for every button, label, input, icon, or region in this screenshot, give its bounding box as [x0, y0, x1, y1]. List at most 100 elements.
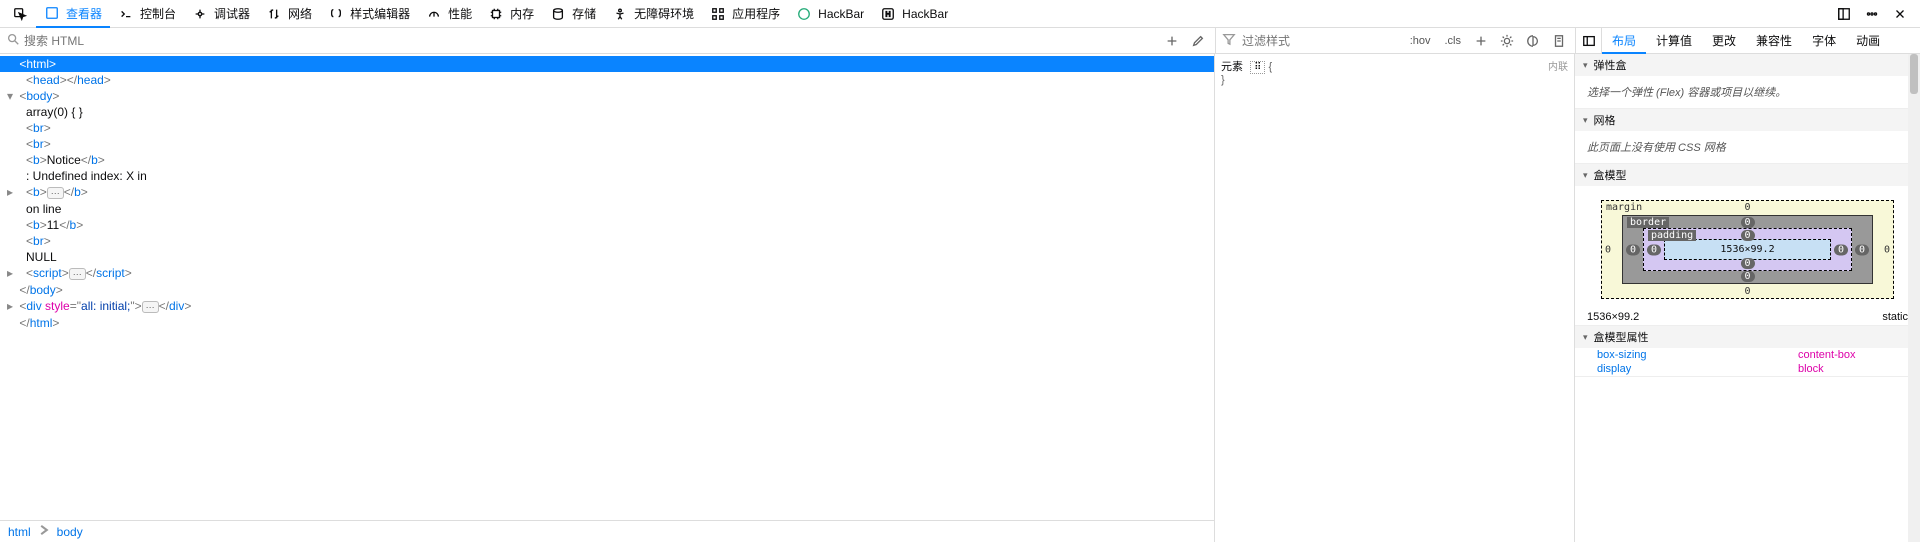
tab-application[interactable]: 应用程序: [702, 1, 788, 26]
tab-layout[interactable]: 布局: [1602, 29, 1646, 54]
dom-line[interactable]: : Undefined index: X in: [0, 168, 1214, 184]
dom-tree[interactable]: <html> <head></head>▾ <body> array(0) { …: [0, 54, 1214, 520]
tab-debugger[interactable]: 调试器: [184, 1, 258, 26]
print-mode-button[interactable]: [1549, 31, 1569, 51]
padding-left[interactable]: 0: [1647, 244, 1661, 255]
dom-line[interactable]: <b>11</b>: [0, 217, 1214, 233]
padding-right[interactable]: 0: [1834, 244, 1848, 255]
scrollbar[interactable]: [1908, 54, 1920, 542]
hov-button[interactable]: :hov: [1406, 33, 1435, 49]
content-size[interactable]: 1536×99.2: [1664, 239, 1831, 260]
border-left[interactable]: 0: [1626, 244, 1640, 255]
tab-memory[interactable]: 内存: [480, 1, 542, 26]
eyedropper-button[interactable]: [1187, 30, 1209, 52]
border-right[interactable]: 0: [1855, 244, 1869, 255]
breadcrumb-item[interactable]: html: [8, 525, 31, 539]
cls-button[interactable]: .cls: [1441, 33, 1466, 49]
close-button[interactable]: [1888, 2, 1912, 26]
margin-top[interactable]: 0: [1744, 202, 1750, 213]
twisty-icon[interactable]: [4, 104, 16, 120]
tab-changes[interactable]: 更改: [1702, 28, 1746, 53]
breadcrumb-item[interactable]: body: [57, 525, 83, 539]
more-button[interactable]: [1860, 2, 1884, 26]
margin-right[interactable]: 0: [1884, 244, 1890, 255]
tab-compat[interactable]: 兼容性: [1746, 28, 1802, 53]
breadcrumb[interactable]: html body: [0, 520, 1214, 542]
twisty-icon[interactable]: [4, 201, 16, 217]
light-mode-button[interactable]: [1497, 31, 1517, 51]
twisty-icon[interactable]: ▸: [4, 184, 16, 200]
border-bottom[interactable]: 0: [1740, 271, 1754, 282]
twisty-icon[interactable]: [4, 120, 16, 136]
tab-label: 控制台: [140, 5, 176, 22]
twisty-icon[interactable]: ▾: [4, 88, 16, 104]
dom-line[interactable]: NULL: [0, 249, 1214, 265]
dom-line[interactable]: <br>: [0, 120, 1214, 136]
ellipsis-icon[interactable]: ⋯: [142, 301, 159, 313]
dom-line[interactable]: ▸ <script>⋯</script>: [0, 265, 1214, 282]
dom-line[interactable]: <head></head>: [0, 72, 1214, 88]
tab-style-editor[interactable]: 样式编辑器: [320, 1, 418, 26]
boxmodel-section-header[interactable]: ▾盒模型: [1575, 164, 1920, 186]
tab-network[interactable]: 网络: [258, 1, 320, 26]
boxmodel-props-header[interactable]: ▾盒模型属性: [1575, 326, 1920, 348]
tab-computed[interactable]: 计算值: [1646, 28, 1702, 53]
twisty-icon[interactable]: [4, 249, 16, 265]
margin-bottom[interactable]: 0: [1744, 286, 1750, 297]
grid-section-header[interactable]: ▾网格: [1575, 109, 1920, 131]
margin-left[interactable]: 0: [1605, 244, 1611, 255]
dom-line[interactable]: ▾ <body>: [0, 88, 1214, 104]
dom-line[interactable]: </html>: [0, 315, 1214, 331]
twisty-icon[interactable]: [4, 168, 16, 184]
dom-line[interactable]: on line: [0, 201, 1214, 217]
twisty-icon[interactable]: [4, 315, 16, 331]
tab-storage[interactable]: 存储: [542, 1, 604, 26]
toggle-sidebar-button[interactable]: [1576, 28, 1602, 54]
ellipsis-icon[interactable]: ⋯: [47, 187, 64, 199]
boxmodel-size: 1536×99.2: [1587, 311, 1639, 323]
twisty-icon[interactable]: [4, 72, 16, 88]
tab-fonts[interactable]: 字体: [1802, 28, 1846, 53]
twisty-icon[interactable]: [4, 56, 16, 72]
tab-console[interactable]: 控制台: [110, 1, 184, 26]
dom-line[interactable]: array(0) { }: [0, 104, 1214, 120]
dom-line[interactable]: <b>Notice</b>: [0, 152, 1214, 168]
dock-side-button[interactable]: [1832, 2, 1856, 26]
twisty-icon[interactable]: ▸: [4, 298, 16, 314]
dom-line[interactable]: ▸ <div style="all: initial;">⋯</div>: [0, 298, 1214, 315]
tab-performance[interactable]: 性能: [418, 1, 480, 26]
dark-mode-button[interactable]: [1523, 31, 1543, 51]
tab-hackbar-2[interactable]: HHackBar: [872, 2, 956, 26]
tab-label: HackBar: [818, 7, 864, 21]
tab-label: 存储: [572, 5, 596, 22]
new-rule-button[interactable]: [1471, 31, 1491, 51]
twisty-icon[interactable]: [4, 233, 16, 249]
tab-inspector[interactable]: 查看器: [36, 1, 110, 28]
dom-line[interactable]: <br>: [0, 233, 1214, 249]
twisty-icon[interactable]: [4, 152, 16, 168]
dom-line[interactable]: </body>: [0, 282, 1214, 298]
padding-bottom[interactable]: 0: [1740, 258, 1754, 269]
twisty-icon[interactable]: [4, 217, 16, 233]
dom-line[interactable]: <html>: [0, 56, 1214, 72]
dom-line[interactable]: ▸ <b>⋯</b>: [0, 184, 1214, 201]
tab-label: 应用程序: [732, 5, 780, 22]
ellipsis-icon[interactable]: ⋯: [69, 268, 86, 280]
border-top[interactable]: 0: [1740, 217, 1754, 228]
dom-line[interactable]: <br>: [0, 136, 1214, 152]
twisty-icon[interactable]: [4, 136, 16, 152]
scrollbar-thumb[interactable]: [1910, 54, 1918, 94]
twisty-icon[interactable]: ▸: [4, 265, 16, 281]
pick-element-button[interactable]: [4, 2, 36, 26]
tab-hackbar-1[interactable]: HackBar: [788, 2, 872, 26]
tab-accessibility[interactable]: 无障碍环境: [604, 1, 702, 26]
flex-section-header[interactable]: ▾弹性盒: [1575, 54, 1920, 76]
grid-section-body: 此页面上没有使用 CSS 网格: [1575, 131, 1920, 163]
add-node-button[interactable]: [1161, 30, 1183, 52]
padding-top[interactable]: 0: [1740, 230, 1754, 241]
filter-styles-input[interactable]: [1242, 34, 1400, 48]
tab-animation[interactable]: 动画: [1846, 28, 1890, 53]
twisty-icon[interactable]: [4, 282, 16, 298]
rule-selector[interactable]: 元素: [1221, 61, 1243, 73]
search-html-input[interactable]: [24, 34, 1157, 48]
